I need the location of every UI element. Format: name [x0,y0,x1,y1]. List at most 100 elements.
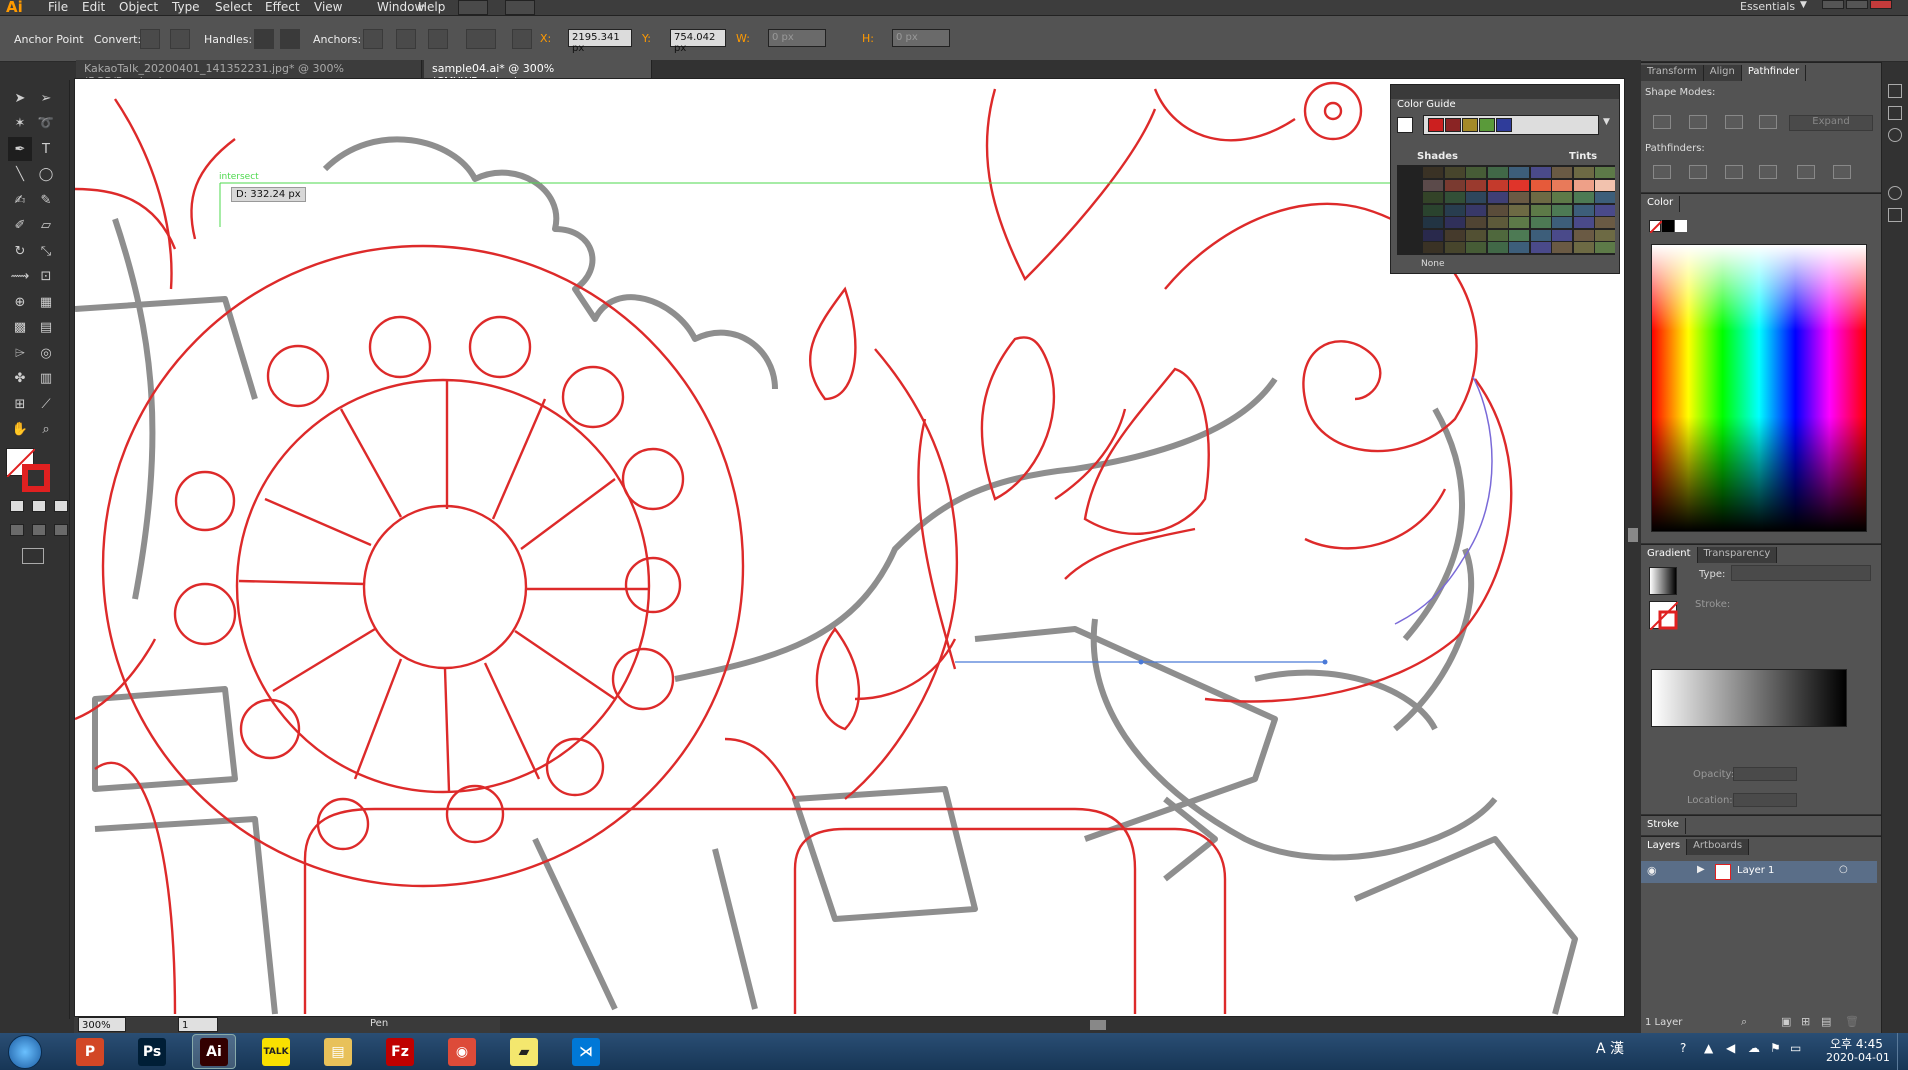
x-field[interactable]: 2195.341 px [568,29,632,54]
transform-icon[interactable] [968,29,988,49]
variation-swatch[interactable] [1530,192,1551,203]
variation-swatch[interactable] [1444,242,1465,253]
align-icon[interactable] [512,29,532,49]
variation-swatch[interactable] [1573,167,1594,178]
variation-swatch[interactable] [1573,192,1594,203]
variation-swatch[interactable] [1423,204,1443,216]
network-icon[interactable]: ☁ [1748,1041,1760,1055]
white-swatch[interactable] [1675,220,1687,232]
taskbar-kakaotalk[interactable]: TALK [254,1034,298,1069]
layer-row[interactable]: ◉ ▶ Layer 1 ○ [1641,861,1877,883]
variation-swatch[interactable] [1552,229,1572,241]
variation-swatch[interactable] [1487,179,1508,191]
tab-transform[interactable]: Transform [1641,65,1704,81]
variation-swatch[interactable] [1509,204,1529,216]
bridge-icon[interactable] [458,0,488,15]
symbol-sprayer-tool-icon[interactable]: ✤ [8,367,32,391]
harmony-swatch[interactable] [1496,118,1512,132]
convert-corner-icon[interactable] [140,29,160,49]
variation-swatch[interactable] [1573,179,1594,191]
rotate-tool-icon[interactable]: ↻ [8,239,32,263]
variation-swatch[interactable] [1466,167,1486,178]
menu-file[interactable]: File [48,0,68,14]
color-variation-grid[interactable] [1397,165,1615,255]
variation-swatch[interactable] [1573,242,1594,253]
variation-swatch[interactable] [1487,229,1508,241]
variation-swatch[interactable] [1530,229,1551,241]
variation-swatch[interactable] [1530,179,1551,191]
line-tool-icon[interactable]: ╲ [8,163,32,187]
variation-swatch[interactable] [1595,192,1615,203]
draw-behind-icon[interactable] [32,524,46,536]
color-panel-title[interactable]: Color [1641,196,1681,212]
minus-front-icon[interactable] [1689,115,1707,129]
layer-target-icon[interactable]: ○ [1839,864,1848,875]
paintbrush-tool-icon[interactable]: ✍ [8,188,32,212]
variation-swatch[interactable] [1487,204,1508,216]
gradient-mode-icon[interactable] [32,500,46,512]
variation-swatch[interactable] [1595,217,1615,228]
vertical-scrollbar[interactable] [1625,78,1641,1017]
tab-kakaotalk-jpg[interactable]: KakaoTalk_20200401_141352231.jpg* @ 300%… [76,60,422,88]
outline-icon[interactable] [1797,165,1815,179]
menu-effect[interactable]: Effect [265,0,300,14]
taskbar-filezilla[interactable]: Fz [378,1034,422,1069]
selected-path-segment[interactable] [1394,376,1493,625]
variation-swatch[interactable] [1530,242,1551,253]
variation-swatch[interactable] [1423,167,1443,178]
help-tray-icon[interactable]: ? [1680,1041,1686,1055]
opacity-field[interactable] [1733,767,1797,781]
horizontal-scrollbar[interactable] [500,1017,1625,1033]
variation-swatch[interactable] [1595,179,1615,191]
variation-swatch[interactable] [1466,192,1486,203]
width-tool-icon[interactable]: ⟿ [8,265,32,289]
w-field[interactable]: 0 px [768,29,826,47]
black-swatch[interactable] [1662,220,1674,232]
menu-help[interactable]: Help [418,0,445,14]
variation-swatch[interactable] [1573,204,1594,216]
variation-swatch[interactable] [1530,217,1551,228]
anchor-handle-point[interactable] [1322,659,1328,665]
variation-swatch[interactable] [1509,217,1529,228]
blob-brush-tool-icon[interactable]: ✐ [8,214,32,238]
variation-swatch[interactable] [1466,229,1486,241]
variation-swatch[interactable] [1595,167,1615,178]
variation-swatch[interactable] [1552,204,1572,216]
variation-swatch[interactable] [1595,204,1615,216]
symbols-dock-icon[interactable] [1888,128,1902,142]
tab-align[interactable]: Align [1703,65,1742,81]
volume-icon[interactable]: ◀ [1726,1041,1735,1055]
variation-swatch[interactable] [1466,217,1486,228]
taskbar-sticky-notes[interactable]: ▰ [502,1034,546,1069]
variation-swatch[interactable] [1444,229,1465,241]
graphic-styles-dock-icon[interactable] [1888,208,1902,222]
variation-swatch[interactable] [1423,179,1443,191]
workspace-switcher[interactable]: Essentials [1740,0,1795,13]
variation-swatch[interactable] [1509,242,1529,253]
eraser-tool-icon[interactable]: ▱ [34,214,58,238]
tab-layers[interactable]: Layers [1641,839,1688,855]
appearance-dock-icon[interactable] [1888,186,1902,200]
variation-swatch[interactable] [1509,192,1529,203]
gradient-slider[interactable] [1651,669,1847,727]
arrange-documents-icon[interactable] [505,0,535,15]
tab-gradient[interactable]: Gradient [1641,547,1698,563]
variation-swatch[interactable] [1595,229,1615,241]
gradient-tool-icon[interactable]: ▤ [34,316,58,340]
show-desktop-button[interactable] [1897,1033,1908,1070]
variation-swatch[interactable] [1595,242,1615,253]
variation-swatch[interactable] [1466,242,1486,253]
clock-time[interactable]: 오후 4:45 [1830,1035,1883,1052]
taskbar-illustrator[interactable]: Ai [192,1034,236,1069]
crop-icon[interactable] [1759,165,1777,179]
swatches-dock-icon[interactable] [1888,84,1902,98]
brushes-dock-icon[interactable] [1888,106,1902,120]
workspace-chevron-icon[interactable]: ▼ [1800,0,1807,10]
blend-tool-icon[interactable]: ◎ [34,341,58,365]
variation-swatch[interactable] [1423,217,1443,228]
variation-swatch[interactable] [1444,204,1465,216]
menu-edit[interactable]: Edit [82,0,105,14]
menu-type[interactable]: Type [172,0,200,14]
tab-sample04-ai[interactable]: sample04.ai* @ 300% (CMYK/Preview) × [424,60,652,88]
exclude-icon[interactable] [1759,115,1777,129]
